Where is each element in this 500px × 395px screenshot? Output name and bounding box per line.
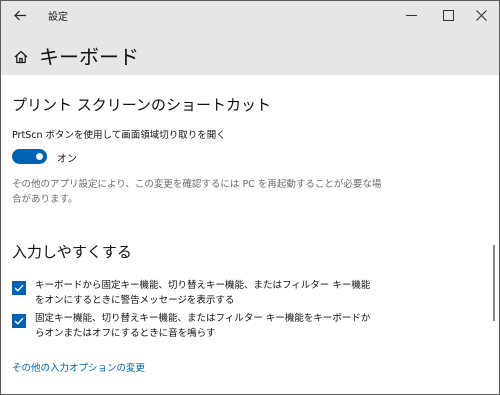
page-title: キーボード [39, 45, 139, 69]
title-bar: 設定 [1, 1, 499, 31]
other-input-options-link[interactable]: その他の入力オプションの変更 [12, 360, 145, 374]
checkmark-icon [14, 284, 24, 292]
header: 設定 キーボード [1, 1, 499, 75]
print-screen-heading: プリント スクリーンのショートカット [12, 96, 272, 114]
close-icon [475, 9, 487, 21]
scrollbar[interactable] [493, 245, 495, 321]
checkmark-icon [14, 317, 24, 325]
warning-message-checkbox[interactable] [12, 281, 26, 295]
ease-of-input-heading: 入力しやすくする [12, 243, 132, 261]
arrow-left-icon [13, 10, 26, 20]
prtscn-setting-label: PrtScn ボタンを使用して画面領域切り取りを開く [12, 130, 226, 141]
close-button[interactable] [463, 1, 499, 29]
page-title-row: キーボード [1, 41, 401, 71]
toggle-knob [36, 153, 43, 160]
toggle-state-label: オン [57, 154, 77, 165]
prtscn-toggle[interactable] [12, 149, 47, 164]
sound-checkbox[interactable] [12, 314, 26, 328]
warning-message-label: キーボードから固定キー機能、切り替えキー機能、またはフィルター キー機能をオンに… [35, 280, 371, 306]
back-button[interactable] [1, 1, 39, 29]
settings-content: プリント スクリーンのショートカット PrtScn ボタンを使用して画面領域切り… [1, 75, 499, 394]
sound-label: 固定キー機能、切り替えキー機能、またはフィルター キー機能をキーボードからオンま… [35, 313, 371, 339]
home-icon[interactable] [14, 50, 28, 64]
settings-window: 設定 キーボード プリント スクリーンのショートカット PrtScn ボタンを使… [0, 0, 500, 395]
app-title: 設定 [48, 12, 68, 23]
restart-note: その他のアプリ設定により、この変更を確認するには PC を再起動することが必要な… [12, 179, 382, 205]
maximize-icon [442, 9, 454, 21]
minimize-icon [405, 14, 417, 16]
